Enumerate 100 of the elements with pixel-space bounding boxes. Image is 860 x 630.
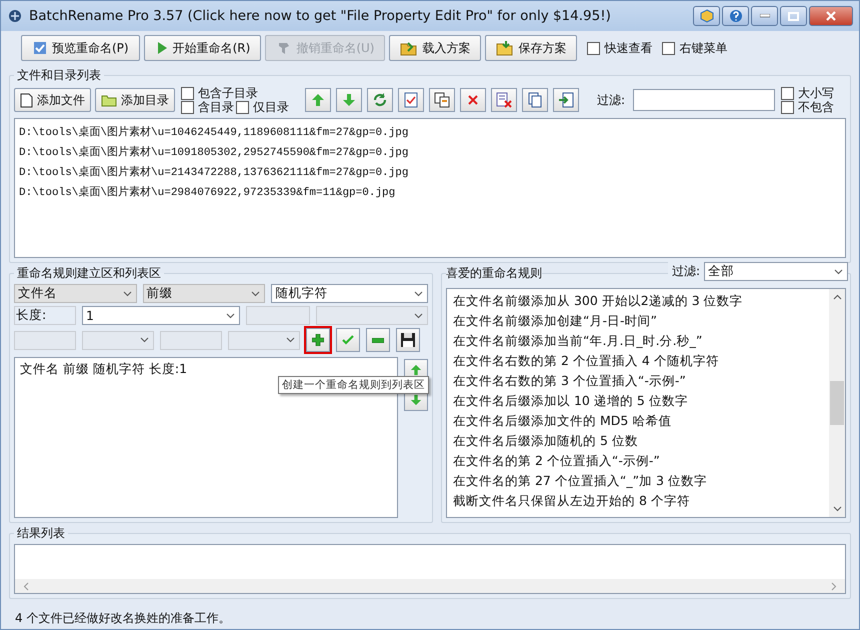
- disabled-field: [246, 306, 310, 325]
- tool-button[interactable]: [398, 88, 424, 112]
- document-icon: [20, 92, 33, 108]
- document-arrow-icon: [558, 92, 574, 108]
- rule-action-button[interactable]: [396, 328, 420, 352]
- favorite-rule[interactable]: 截断文件名只保留从左边开始的 8 个字符: [453, 491, 823, 511]
- tool-button[interactable]: [367, 88, 393, 112]
- add-button[interactable]: 添加文件: [14, 88, 91, 112]
- tool-button[interactable]: [429, 88, 455, 112]
- chevron-right-icon: [831, 582, 837, 590]
- checkbox[interactable]: [181, 100, 194, 114]
- tooltip: 创建一个重命名规则到列表区: [278, 376, 429, 394]
- file-path[interactable]: D:\tools\桌面\图片素材\u=1091805302,2952745590&fm=27&gp=0.jpg: [19, 143, 841, 163]
- minimize-icon: [760, 14, 770, 18]
- favorite-rule[interactable]: 在文件名右数的第 3 个位置插入“-示例-”: [453, 371, 823, 391]
- group-title: 重命名规则建立区和列表区: [16, 265, 162, 282]
- favorite-rule[interactable]: 在文件名的第 27 个位置插入“_”加 3 位数字: [453, 471, 823, 491]
- down-arrow-icon: [410, 394, 422, 406]
- dropdown[interactable]: 文件名: [14, 284, 137, 303]
- favorite-rule[interactable]: 在文件名前缀添加从 300 开始以2递减的 3 位数字: [453, 291, 823, 311]
- dropdown[interactable]: 随机字符: [271, 284, 428, 303]
- plus-icon: [312, 334, 324, 346]
- refresh-icon: [372, 92, 388, 108]
- length-label: 长度:: [14, 306, 76, 325]
- disabled-field: [160, 330, 222, 350]
- toolbar-button[interactable]: 预览重命名(P): [21, 35, 140, 61]
- favorite-rule[interactable]: 在文件名后缀添加文件的 MD5 哈希值: [453, 411, 823, 431]
- checkbox[interactable]: [587, 42, 600, 54]
- checkbox-label: 快速查看: [604, 40, 652, 56]
- help-icon: [728, 9, 742, 23]
- checkbox[interactable]: [181, 86, 194, 100]
- up-arrow-icon: [311, 93, 325, 107]
- tool-button[interactable]: [553, 88, 579, 112]
- copy-icon: [434, 92, 450, 108]
- chevron-down-icon: [122, 290, 132, 296]
- chevron-up-icon: [832, 294, 842, 300]
- chevron-down-icon: [286, 337, 295, 343]
- chevron-down-icon: [140, 337, 149, 343]
- checkbox[interactable]: [236, 100, 249, 114]
- toolbar-button[interactable]: 开始重命名(R): [144, 35, 262, 61]
- group-title: 文件和目录列表: [16, 67, 102, 84]
- tool-button[interactable]: [491, 88, 517, 112]
- checkbox-label: 不包含: [798, 100, 834, 114]
- maximize-icon: [788, 12, 799, 20]
- chevron-left-icon: [23, 582, 29, 590]
- checkbox-label: 右键菜单: [679, 40, 728, 56]
- favorite-rule[interactable]: 在文件名前缀添加创建“月-日-时间”: [453, 311, 823, 331]
- chevron-down-icon: [834, 268, 843, 274]
- group-title: 喜爱的重命名规则: [446, 266, 542, 280]
- favorite-rule[interactable]: 在文件名右数的第 2 个位置插入 4 个随机字符: [453, 351, 823, 371]
- filter-label: 过滤:: [672, 263, 700, 280]
- tool-button[interactable]: [522, 88, 548, 112]
- close-button[interactable]: [809, 6, 853, 26]
- folder-icon: [400, 40, 418, 56]
- cube-icon: [700, 9, 714, 23]
- rule-item[interactable]: 文件名 前缀 随机字符 长度:1: [20, 361, 392, 378]
- length-dropdown[interactable]: 1: [82, 306, 240, 325]
- file-path[interactable]: D:\tools\桌面\图片素材\u=2143472288,1376362111&fm=27&gp=0.jpg: [19, 163, 841, 183]
- favorite-rule[interactable]: 在文件名前缀添加当前“年.月.日_时.分.秒_”: [453, 331, 823, 351]
- filter-label: 过滤:: [597, 92, 626, 108]
- dropdown[interactable]: 前缀: [142, 284, 266, 303]
- file-path[interactable]: D:\tools\桌面\图片素材\u=1046245449,1189608111&fm=27&gp=0.jpg: [19, 123, 841, 143]
- checkbox-label: 大小写: [798, 86, 834, 100]
- minimize-button[interactable]: [751, 6, 778, 26]
- checkbox[interactable]: [781, 86, 794, 100]
- group-title: 结果列表: [16, 525, 66, 542]
- status-text: 4 个文件已经做好改名换姓的准备工作。: [15, 610, 230, 626]
- favorite-rule[interactable]: 在文件名后缀添加随机的 5 位数: [453, 431, 823, 451]
- disabled-field: [14, 330, 76, 350]
- minus-icon: [372, 338, 384, 342]
- favorite-rule[interactable]: 在文件名后缀添加以 10 递增的 5 位数字: [453, 391, 823, 411]
- vertical-scrollbar[interactable]: [829, 289, 845, 517]
- maximize-button[interactable]: [780, 6, 807, 26]
- checkbox-label: 包含子目录: [198, 86, 258, 100]
- document-check-icon: [404, 92, 418, 108]
- window-title[interactable]: BatchRename Pro 3.57 (Click here now to get "File Property Edit Pro" for only $14.95!): [29, 8, 611, 24]
- checkbox[interactable]: [662, 42, 676, 54]
- folder-icon: [496, 40, 514, 56]
- add-button[interactable]: 添加目录: [95, 88, 175, 112]
- chevron-down-icon: [414, 290, 424, 296]
- scroll-thumb[interactable]: [830, 381, 844, 425]
- file-path[interactable]: D:\tools\桌面\图片素材\u=2984076922,97235339&fm=11&gp=0.jpg: [19, 183, 841, 203]
- up-arrow-icon: [410, 364, 422, 376]
- chevron-down-icon: [226, 312, 235, 318]
- cube-button[interactable]: [693, 6, 720, 26]
- checkbox[interactable]: [781, 100, 794, 114]
- delete-icon: [468, 95, 478, 105]
- toolbar-button[interactable]: 载入方案: [389, 35, 482, 61]
- tool-button[interactable]: [460, 88, 486, 112]
- favorite-rule[interactable]: 在文件名的第 2 个位置插入“-示例-”: [453, 451, 823, 471]
- checkmark-icon: [342, 335, 354, 345]
- app-icon: [7, 8, 23, 24]
- help-button[interactable]: [722, 6, 749, 26]
- filter-field[interactable]: [633, 89, 776, 111]
- checkbox-label: 含目录: [198, 100, 234, 114]
- document-delete-icon: [496, 92, 512, 108]
- chevron-down-icon: [251, 290, 260, 296]
- toolbar-button[interactable]: 保存方案: [485, 35, 578, 61]
- filter-dropdown[interactable]: 全部: [704, 262, 848, 281]
- folder-icon: [101, 94, 117, 106]
